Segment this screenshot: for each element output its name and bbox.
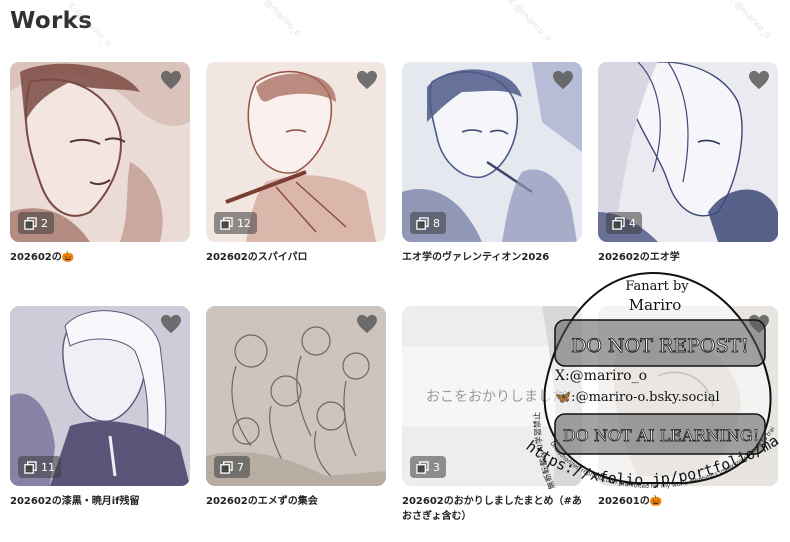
work-thumbnail[interactable] xyxy=(598,306,778,486)
image-count-badge: 12 xyxy=(214,212,257,234)
work-card[interactable]: 12 202602のスパイパロ xyxy=(206,62,386,265)
work-thumbnail[interactable]: 4 xyxy=(598,62,778,242)
work-card[interactable]: 7 202602のエメずの集会 xyxy=(206,306,386,509)
image-count: 4 xyxy=(629,216,636,230)
work-card[interactable]: おこをおかりしました 3 202602のおかりしましたまとめ（#あおさぎょ含む） xyxy=(402,306,582,524)
works-grid: 2 202602の🎃 12 202602のスパイパロ 8 エオ学のヴァレンティオ… xyxy=(0,0,790,538)
work-thumbnail[interactable]: 8 xyxy=(402,62,582,242)
image-count: 3 xyxy=(433,460,440,474)
image-count: 11 xyxy=(41,460,55,474)
image-count-badge: 3 xyxy=(410,456,446,478)
work-caption[interactable]: エオ学のヴァレンティオン2026 xyxy=(402,250,582,265)
favorite-heart-icon[interactable] xyxy=(160,314,182,334)
work-thumbnail[interactable]: 7 xyxy=(206,306,386,486)
multiple-images-icon xyxy=(24,216,37,230)
favorite-heart-icon[interactable] xyxy=(356,70,378,90)
favorite-heart-icon[interactable] xyxy=(748,70,770,90)
artwork-overlay-text: おこをおかりしました xyxy=(426,389,566,405)
multiple-images-icon xyxy=(24,460,37,474)
work-caption[interactable]: 202602のおかりしましたまとめ（#あおさぎょ含む） xyxy=(402,494,582,524)
image-count-badge: 8 xyxy=(410,212,446,234)
favorite-heart-icon[interactable] xyxy=(748,314,770,334)
work-caption[interactable]: 202602の漆黒・暁月if残留 xyxy=(10,494,190,509)
multiple-images-icon xyxy=(612,216,625,230)
work-caption[interactable]: 202602のエオ学 xyxy=(598,250,778,265)
work-thumbnail[interactable]: 11 xyxy=(10,306,190,486)
work-caption[interactable]: 202602のスパイパロ xyxy=(206,250,386,265)
work-card[interactable]: 202601の🎃 xyxy=(598,306,778,509)
multiple-images-icon xyxy=(416,460,429,474)
image-count-badge: 11 xyxy=(18,456,61,478)
favorite-heart-icon[interactable] xyxy=(160,70,182,90)
work-card[interactable]: 11 202602の漆黒・暁月if残留 xyxy=(10,306,190,509)
image-count: 8 xyxy=(433,216,440,230)
favorite-heart-icon[interactable] xyxy=(552,70,574,90)
multiple-images-icon xyxy=(416,216,429,230)
image-count-badge: 4 xyxy=(606,212,642,234)
image-count-badge: 2 xyxy=(18,212,54,234)
favorite-heart-icon[interactable] xyxy=(356,314,378,334)
work-caption[interactable]: 202601の🎃 xyxy=(598,494,778,509)
work-thumbnail[interactable]: 2 xyxy=(10,62,190,242)
work-thumbnail[interactable]: 12 xyxy=(206,62,386,242)
work-card[interactable]: 8 エオ学のヴァレンティオン2026 xyxy=(402,62,582,265)
image-count-badge: 7 xyxy=(214,456,250,478)
work-card[interactable]: 4 202602のエオ学 xyxy=(598,62,778,265)
work-caption[interactable]: 202602のエメずの集会 xyxy=(206,494,386,509)
work-thumbnail[interactable]: おこをおかりしました 3 xyxy=(402,306,582,486)
image-count: 7 xyxy=(237,460,244,474)
multiple-images-icon xyxy=(220,460,233,474)
image-count: 2 xyxy=(41,216,48,230)
work-card[interactable]: 2 202602の🎃 xyxy=(10,62,190,265)
work-caption[interactable]: 202602の🎃 xyxy=(10,250,190,265)
image-count: 12 xyxy=(237,216,251,230)
multiple-images-icon xyxy=(220,216,233,230)
